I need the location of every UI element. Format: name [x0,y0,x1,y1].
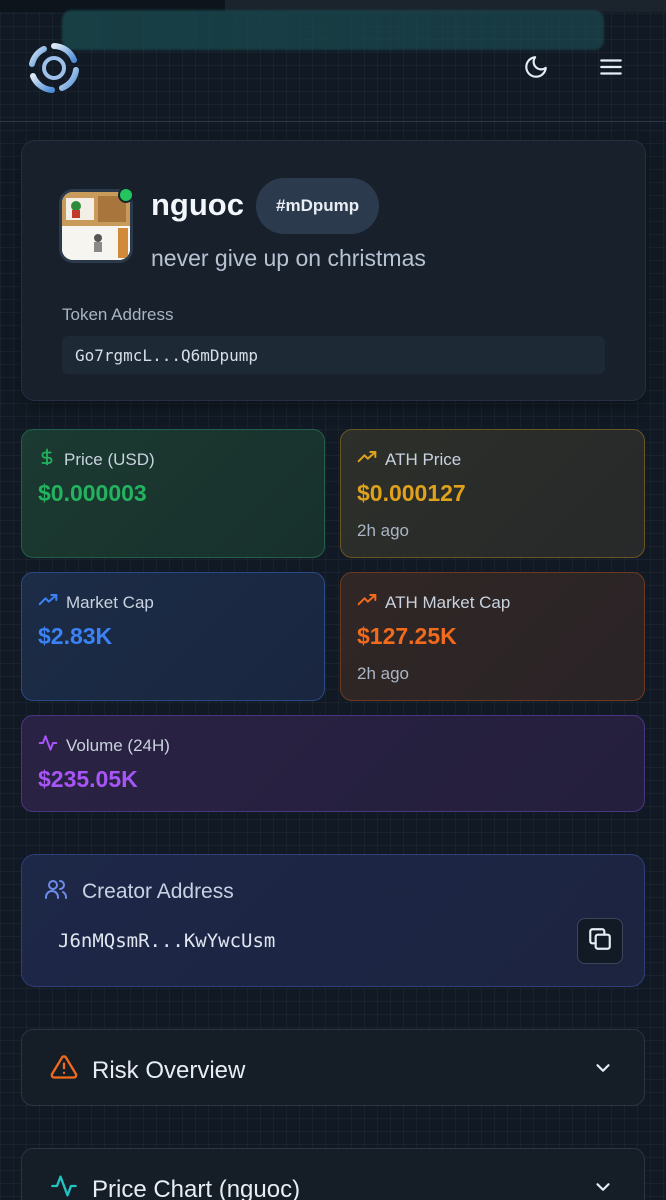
chevron-down-icon [592,1176,614,1200]
token-description: never give up on christmas [151,245,426,271]
app-header [0,12,666,122]
token-card: nguoc #mDpump never give up on christmas… [21,140,646,401]
trending-up-icon [357,590,377,615]
price-label: Price (USD) [64,449,155,469]
trending-up-icon [357,447,377,472]
warning-icon [50,1053,78,1088]
price-chart-label: Price Chart (nguoc) [92,1175,301,1200]
dollar-icon [38,447,56,472]
price-chart-accordion[interactable]: Price Chart (nguoc) [21,1148,645,1200]
creator-address-card: Creator Address J6nMQsmR...KwYwcUsm [21,854,645,987]
menu-icon [598,54,624,85]
theme-toggle-button[interactable] [519,52,553,86]
token-address-label: Token Address [62,305,174,324]
ath-price-value: $0.000127 [357,480,466,506]
copy-address-button[interactable] [577,918,623,964]
ath-market-cap-label: ATH Market Cap [385,592,511,612]
moon-icon [523,54,549,85]
online-status-dot [118,187,134,203]
market-cap-value: $2.83K [38,623,113,649]
volume-label: Volume (24H) [66,735,170,755]
menu-button[interactable] [594,52,628,86]
ath-price-stat-card: ATH Price $0.000127 2h ago [340,429,645,558]
risk-overview-accordion[interactable]: Risk Overview [21,1029,645,1106]
risk-overview-label: Risk Overview [92,1056,246,1084]
users-icon [44,877,68,907]
activity-icon [38,733,58,758]
copy-icon [587,926,613,957]
ath-market-cap-value: $127.25K [357,623,457,649]
market-cap-label: Market Cap [66,592,154,612]
creator-address-label: Creator Address [82,880,234,903]
logo-icon[interactable] [26,40,82,96]
ath-price-label: ATH Price [385,449,462,469]
ath-price-time: 2h ago [357,521,409,540]
ath-market-cap-stat-card: ATH Market Cap $127.25K 2h ago [340,572,645,701]
price-value: $0.000003 [38,480,147,506]
token-address-field[interactable]: Go7rgmcL...Q6mDpump [62,336,605,374]
trending-up-icon [38,590,58,615]
token-name: nguoc [151,187,244,222]
market-cap-stat-card: Market Cap $2.83K [21,572,325,701]
volume-value: $235.05K [38,766,138,792]
activity-icon [50,1172,78,1200]
ath-market-cap-time: 2h ago [357,664,409,683]
token-ticker-badge[interactable]: #mDpump [256,178,380,234]
creator-address-value[interactable]: J6nMQsmR...KwYwcUsm [58,930,275,952]
chevron-down-icon [592,1057,614,1084]
volume-stat-card: Volume (24H) $235.05K [21,715,645,812]
price-stat-card: Price (USD) $0.000003 [21,429,325,558]
